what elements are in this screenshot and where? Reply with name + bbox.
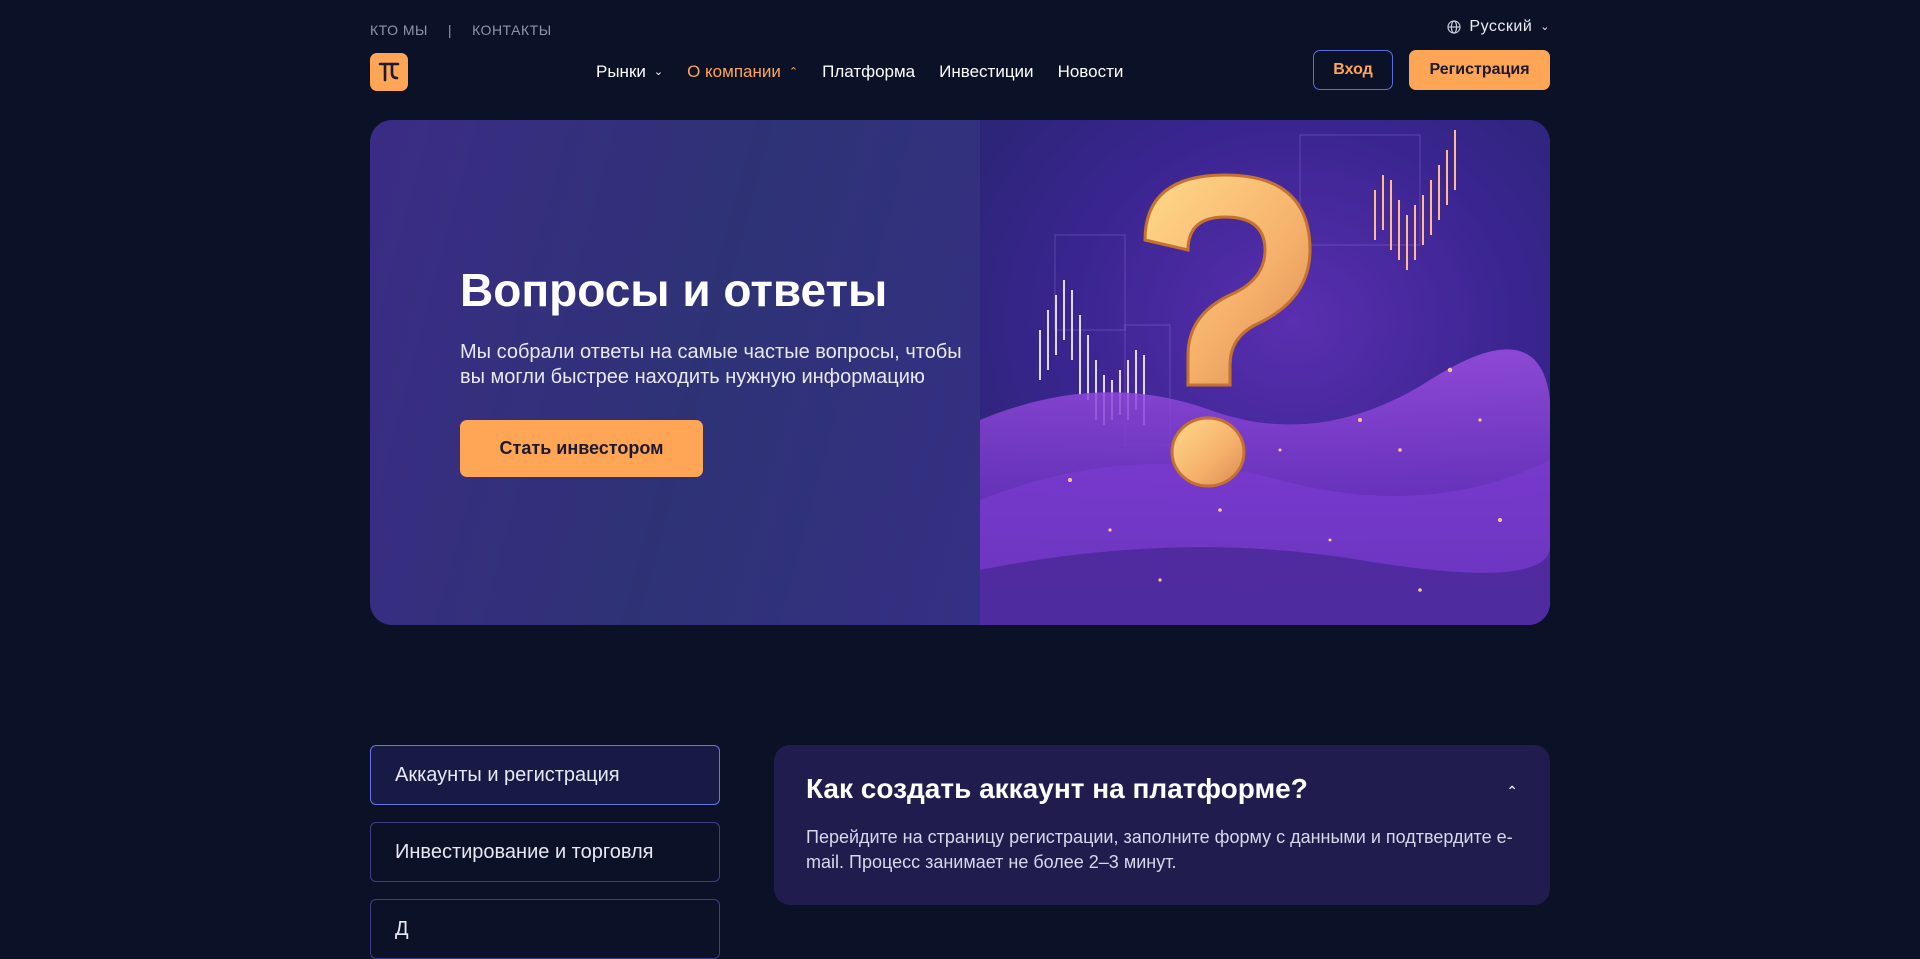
- utility-bar: КТО МЫ | КОНТАКТЫ Русский ⌄: [370, 18, 1550, 42]
- nav-item-about[interactable]: О компании ⌃: [687, 62, 798, 82]
- who-we-are-link[interactable]: КТО МЫ: [370, 22, 428, 38]
- faq-item-expanded[interactable]: Как создать аккаунт на платформе? ⌃ Пере…: [774, 745, 1550, 905]
- nav-menu: Рынки ⌄ О компании ⌃ Платформа Инвестици…: [596, 50, 1123, 94]
- nav-item-label: Платформа: [822, 62, 916, 81]
- utility-separator: |: [447, 22, 453, 38]
- register-button[interactable]: Регистрация: [1409, 50, 1550, 90]
- auth-buttons: Вход Регистрация: [1313, 50, 1550, 90]
- main-navbar: Рынки ⌄ О компании ⌃ Платформа Инвестици…: [370, 50, 1550, 94]
- nav-item-investments[interactable]: Инвестиции: [939, 62, 1033, 82]
- hero-subtitle: Мы собрали ответы на самые частые вопрос…: [460, 340, 962, 388]
- language-label: Русский: [1469, 18, 1533, 35]
- logo-icon[interactable]: [370, 53, 408, 91]
- faq-category-investing[interactable]: Инвестирование и торговля: [370, 822, 720, 882]
- hero-text: Вопросы и ответы Мы собрали ответы на са…: [460, 265, 990, 477]
- faq-section: Аккаунты и регистрация Инвестирование и …: [370, 745, 1550, 959]
- contacts-link[interactable]: КОНТАКТЫ: [472, 22, 552, 38]
- nav-item-platform[interactable]: Платформа: [822, 62, 915, 82]
- faq-category-third[interactable]: Д: [370, 899, 720, 959]
- logo-mark: [378, 62, 400, 82]
- language-selector[interactable]: Русский ⌄: [1447, 18, 1550, 36]
- nav-item-label: Инвестиции: [939, 62, 1034, 81]
- nav-item-label: О компании: [687, 62, 781, 81]
- faq-category-accounts[interactable]: Аккаунты и регистрация: [370, 745, 720, 805]
- hero-banner: Вопросы и ответы Мы собрали ответы на са…: [370, 120, 1550, 625]
- faq-answer: Перейдите на страницу регистрации, запол…: [806, 827, 1513, 872]
- question-mark-illustration: [980, 120, 1550, 625]
- chevron-down-icon: ⌄: [653, 65, 664, 78]
- chevron-down-icon: ⌄: [1540, 20, 1550, 33]
- nav-item-label: Рынки: [596, 62, 646, 81]
- become-investor-button[interactable]: Стать инвестором: [460, 419, 703, 477]
- login-button[interactable]: Вход: [1313, 50, 1393, 90]
- nav-item-news[interactable]: Новости: [1058, 62, 1124, 82]
- chevron-up-icon[interactable]: ⌃: [1506, 783, 1518, 800]
- chevron-up-icon: ⌃: [788, 65, 799, 78]
- page-title: Вопросы и ответы: [460, 264, 888, 316]
- globe-icon: [1447, 20, 1462, 34]
- nav-item-label: Новости: [1057, 62, 1124, 81]
- nav-item-markets[interactable]: Рынки ⌄: [596, 62, 663, 82]
- faq-question: Как создать аккаунт на платформе?: [806, 773, 1308, 804]
